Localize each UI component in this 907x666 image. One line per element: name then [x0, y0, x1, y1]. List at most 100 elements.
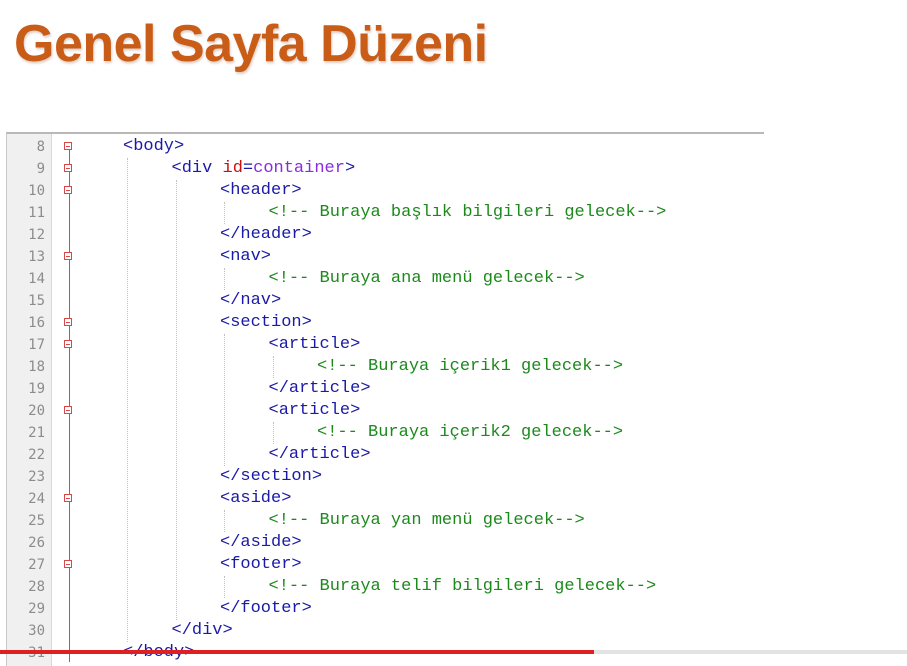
- indent-guide: [224, 268, 225, 290]
- line-number: 28: [28, 579, 45, 595]
- line-number: 20: [28, 403, 45, 419]
- code-token-tag: </article>: [268, 379, 371, 398]
- code-token-comment: <!-- Buraya içerik2 gelecek-->: [317, 423, 624, 442]
- code-line: 22 </article>: [7, 444, 764, 466]
- line-number: 30: [28, 623, 45, 639]
- line-number: 19: [28, 381, 45, 397]
- fold-toggle-icon[interactable]: [64, 164, 72, 172]
- code-text: </article>: [269, 378, 371, 400]
- code-text: <!-- Buraya içerik1 gelecek-->: [317, 356, 623, 378]
- code-token-tag: =: [242, 159, 254, 178]
- code-text: </footer>: [220, 598, 312, 620]
- code-token-tag: </header>: [220, 225, 312, 244]
- line-number: 29: [28, 601, 45, 617]
- code-text: <!-- Buraya ana menü gelecek-->: [269, 268, 585, 290]
- line-number: 24: [28, 491, 45, 507]
- code-line: 27 <footer>: [7, 554, 764, 576]
- code-text: <!-- Buraya telif bilgileri gelecek-->: [269, 576, 657, 598]
- line-number: 12: [28, 227, 45, 243]
- code-line: 13 <nav>: [7, 246, 764, 268]
- indent-guide: [224, 510, 225, 532]
- code-token-tag: <header>: [220, 181, 302, 200]
- line-number: 13: [28, 249, 45, 265]
- code-token-tag: <section>: [220, 313, 312, 332]
- code-text: <footer>: [220, 554, 302, 576]
- fold-toggle-icon[interactable]: [64, 318, 72, 326]
- line-number: 26: [28, 535, 45, 551]
- code-token-tag: </footer>: [220, 599, 312, 618]
- code-text: </header>: [220, 224, 312, 246]
- code-line: 29 </footer>: [7, 598, 764, 620]
- code-token-tag: </article>: [268, 445, 371, 464]
- code-token-tag: <article>: [268, 401, 361, 420]
- code-token-val: container: [253, 159, 345, 178]
- line-number: 18: [28, 359, 45, 375]
- code-text: <!-- Buraya başlık bilgileri gelecek-->: [269, 202, 667, 224]
- code-line: 19 </article>: [7, 378, 764, 400]
- code-line: 26 </aside>: [7, 532, 764, 554]
- code-line: 14 <!-- Buraya ana menü gelecek-->: [7, 268, 764, 290]
- line-number: 15: [28, 293, 45, 309]
- code-token-tag: <footer>: [220, 555, 302, 574]
- code-text: </div>: [172, 620, 233, 642]
- code-line: 25 <!-- Buraya yan menü gelecek-->: [7, 510, 764, 532]
- code-line: 20 <article>: [7, 400, 764, 422]
- code-line: 18 <!-- Buraya içerik1 gelecek-->: [7, 356, 764, 378]
- code-token-tag: <nav>: [220, 247, 272, 266]
- code-line: 17 <article>: [7, 334, 764, 356]
- code-line: 30 </div>: [7, 620, 764, 642]
- line-number: 14: [28, 271, 45, 287]
- code-token-tag: <article>: [268, 335, 361, 354]
- fold-toggle-icon[interactable]: [64, 494, 72, 502]
- indent-guide: [272, 422, 274, 444]
- code-text: </article>: [269, 444, 371, 466]
- line-number: 27: [28, 557, 45, 573]
- line-number: 9: [36, 161, 45, 177]
- fold-toggle-icon[interactable]: [64, 252, 72, 260]
- code-line: 24 <aside>: [7, 488, 764, 510]
- code-token-tag: </aside>: [220, 533, 302, 552]
- line-number: 21: [28, 425, 45, 441]
- code-text: <section>: [220, 312, 312, 334]
- code-token-tag: <div: [171, 159, 223, 178]
- line-number: 17: [28, 337, 45, 353]
- code-line: 28 <!-- Buraya telif bilgileri gelecek-->: [7, 576, 764, 598]
- code-text: <div id=container>: [172, 158, 356, 180]
- code-line: 9 <div id=container>: [7, 158, 764, 180]
- code-token-comment: <!-- Buraya başlık bilgileri gelecek-->: [268, 203, 667, 222]
- code-line: 11 <!-- Buraya başlık bilgileri gelecek--…: [7, 202, 764, 224]
- code-text: <!-- Buraya yan menü gelecek-->: [269, 510, 585, 532]
- code-token-tag: <body>: [123, 137, 185, 156]
- code-line: 16 <section>: [7, 312, 764, 334]
- fold-toggle-icon[interactable]: [64, 340, 72, 348]
- line-number: 11: [28, 205, 45, 221]
- code-text: <article>: [269, 334, 361, 356]
- code-text: </section>: [220, 466, 322, 488]
- code-editor[interactable]: 8 <body> 9 <div id=container> 10 <header> 11 <!…: [6, 132, 764, 666]
- code-text: </aside>: [220, 532, 302, 554]
- fold-toggle-icon[interactable]: [64, 142, 72, 150]
- code-token-tag: >: [344, 159, 356, 178]
- code-token-tag: </nav>: [220, 291, 282, 310]
- fold-toggle-icon[interactable]: [64, 560, 72, 568]
- code-line: 10 <header>: [7, 180, 764, 202]
- indent-guide: [224, 202, 225, 224]
- code-line: 8 <body>: [7, 136, 764, 158]
- fold-toggle-icon[interactable]: [64, 186, 72, 194]
- code-token-tag: <aside>: [220, 489, 292, 508]
- code-line: 21 <!-- Buraya içerik2 gelecek-->: [7, 422, 764, 444]
- line-number: 8: [36, 139, 45, 155]
- slide: Genel Sayfa Düzeni 8 <body> 9 <div id=conta…: [0, 0, 907, 666]
- line-number: 22: [28, 447, 45, 463]
- indent-guide: [272, 356, 274, 378]
- video-progress-bar[interactable]: [0, 650, 907, 654]
- code-text: <nav>: [220, 246, 271, 268]
- code-text: <aside>: [220, 488, 291, 510]
- indent-guide: [127, 158, 128, 642]
- code-text: <body>: [123, 136, 184, 158]
- code-text: <!-- Buraya içerik2 gelecek-->: [317, 422, 623, 444]
- code-text: <header>: [220, 180, 302, 202]
- fold-toggle-icon[interactable]: [64, 406, 72, 414]
- code-token-attr: id: [222, 159, 243, 178]
- code-token-comment: <!-- Buraya yan menü gelecek-->: [268, 511, 585, 530]
